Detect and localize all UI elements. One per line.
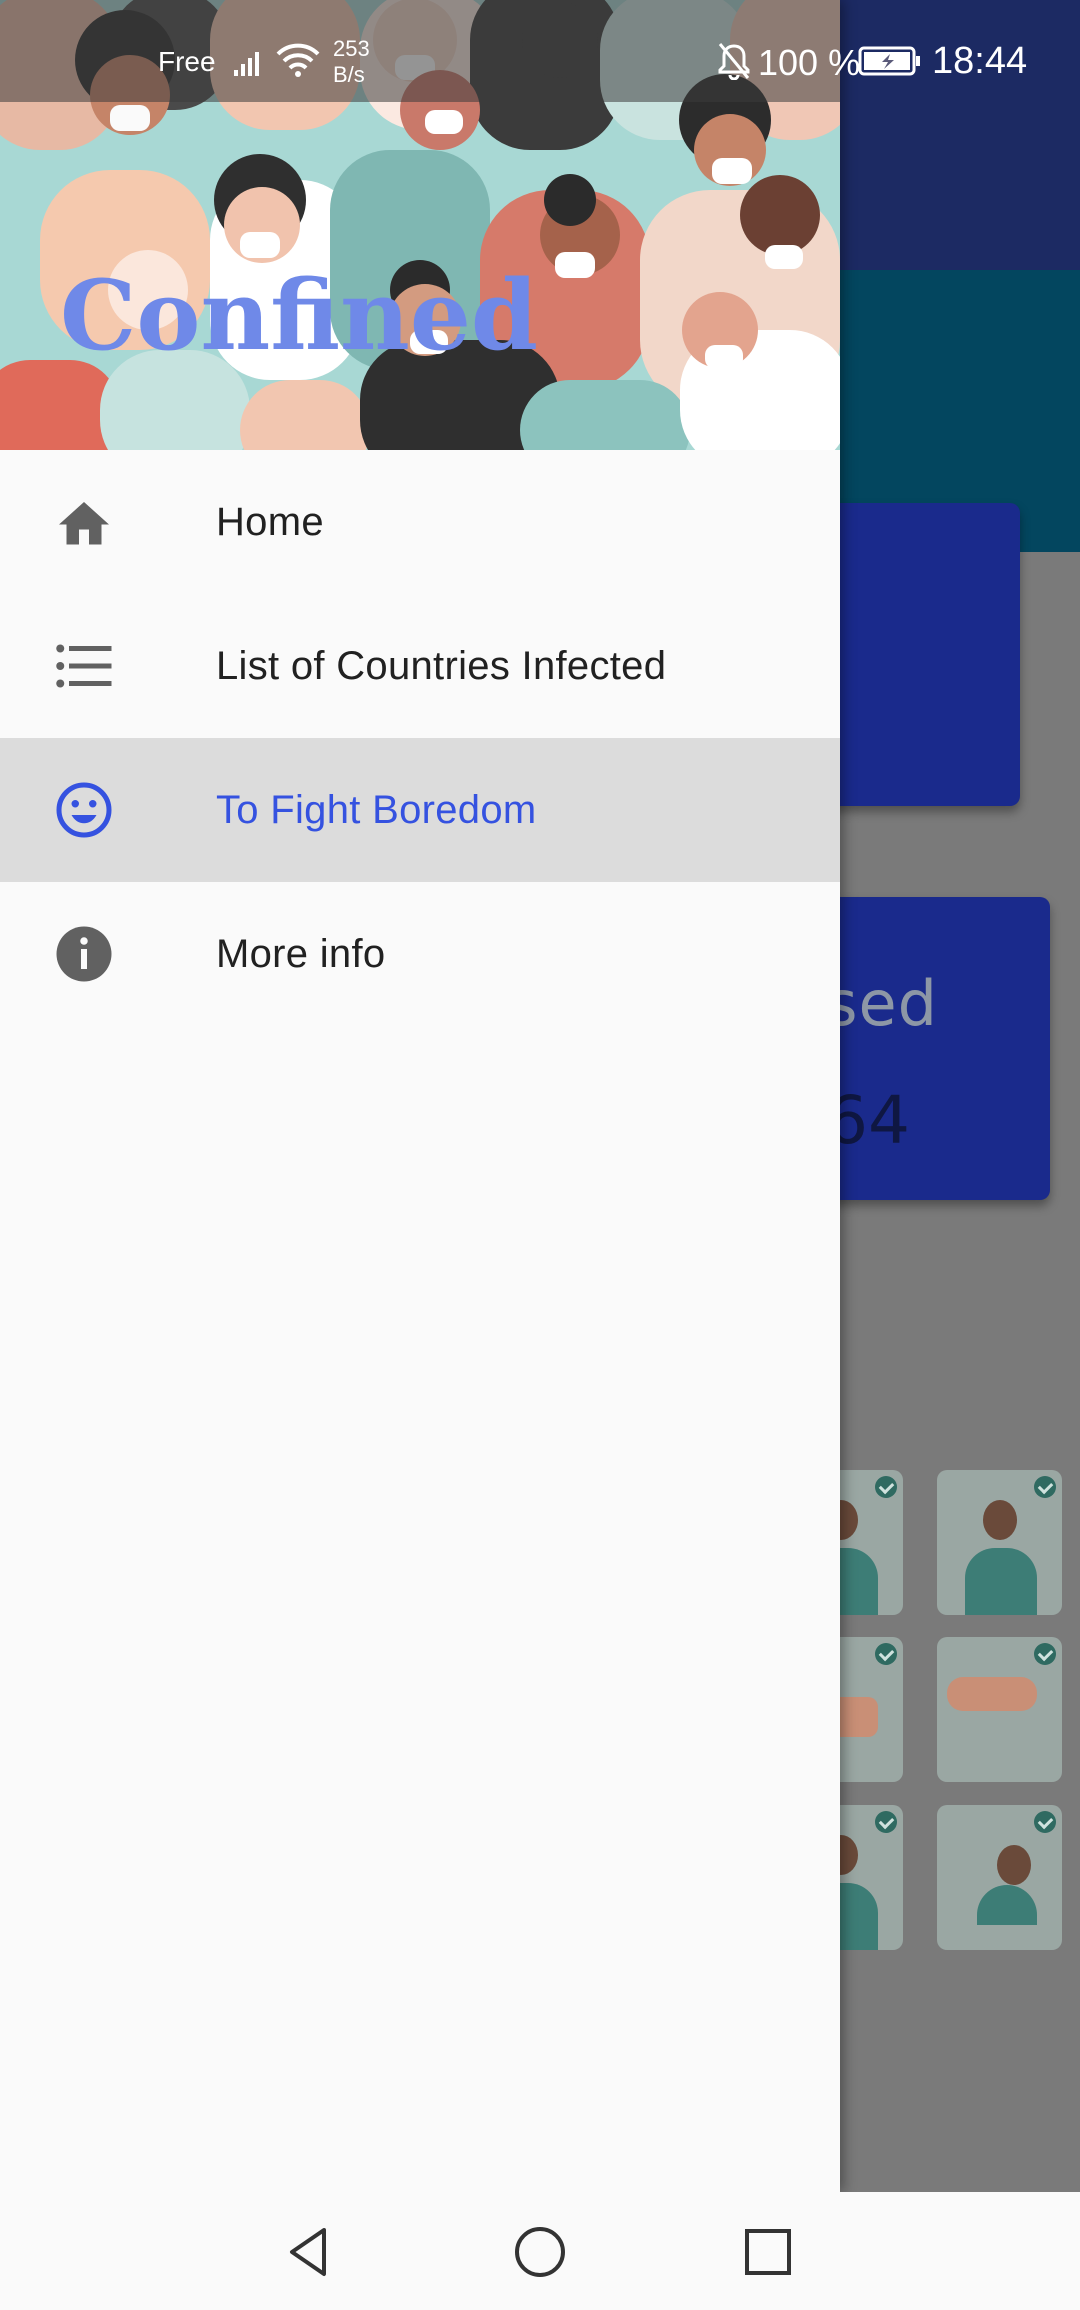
notifications-off-icon xyxy=(718,43,750,80)
signal-icon xyxy=(234,52,259,76)
menu-item-to-fight-boredom[interactable]: To Fight Boredom xyxy=(0,738,840,882)
smiley-icon xyxy=(52,780,116,840)
check-icon xyxy=(875,1811,897,1833)
home-circle-icon[interactable] xyxy=(510,2222,570,2282)
menu-item-label: More info xyxy=(216,931,386,976)
app-title: Confined xyxy=(60,259,539,372)
battery-percent: 100 % xyxy=(758,42,861,83)
info-icon xyxy=(52,924,116,984)
check-icon xyxy=(1034,1643,1056,1665)
home-icon xyxy=(52,492,116,552)
status-bar: Free 253 B/s 100 % 18:44 xyxy=(0,0,1080,102)
tip-card[interactable] xyxy=(937,1805,1062,1950)
tip-card[interactable] xyxy=(937,1637,1062,1782)
recents-icon[interactable] xyxy=(738,2222,798,2282)
network-speed-value: 253 xyxy=(333,36,370,61)
system-navigation-bar xyxy=(0,2192,1080,2310)
battery-charging-icon xyxy=(858,46,920,76)
back-icon[interactable] xyxy=(280,2222,340,2282)
menu-item-list-of-countries[interactable]: List of Countries Infected xyxy=(0,594,840,738)
menu-item-label: Home xyxy=(216,499,324,544)
navigation-drawer: Confined Home List of Countries Infected xyxy=(0,0,840,2192)
check-icon xyxy=(875,1643,897,1665)
list-icon xyxy=(52,636,116,696)
check-icon xyxy=(1034,1476,1056,1498)
carrier-name: Free xyxy=(158,46,216,77)
drawer-menu: Home List of Countries Infected To Fight… xyxy=(0,450,840,1026)
wifi-icon xyxy=(276,43,320,77)
menu-item-home[interactable]: Home xyxy=(0,450,840,594)
clock: 18:44 xyxy=(932,40,1028,82)
menu-item-label: List of Countries Infected xyxy=(216,643,667,688)
menu-item-label: To Fight Boredom xyxy=(216,787,537,832)
tip-card[interactable] xyxy=(937,1470,1062,1615)
menu-item-more-info[interactable]: More info xyxy=(0,882,840,1026)
check-icon xyxy=(1034,1811,1056,1833)
network-speed-unit: B/s xyxy=(333,62,365,87)
check-icon xyxy=(875,1476,897,1498)
